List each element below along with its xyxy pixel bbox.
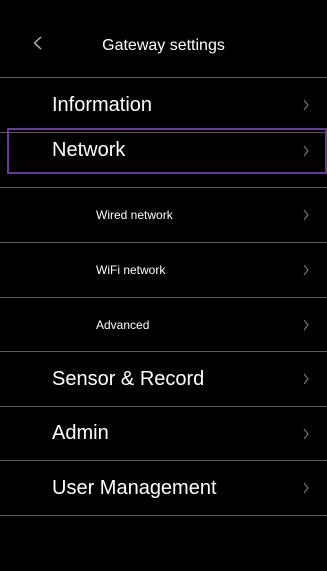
chevron-right-icon <box>303 482 309 494</box>
chevron-right-icon <box>303 209 309 221</box>
chevron-right-icon <box>303 145 309 156</box>
menu-item-wifi-network[interactable]: WiFi network <box>0 243 327 298</box>
menu-item-wired-network[interactable]: Wired network <box>0 188 327 243</box>
menu-item-label: WiFi network <box>96 263 166 277</box>
menu-item-label: Admin <box>52 422 109 444</box>
menu-item-label: Sensor & Record <box>52 367 205 390</box>
menu-item-user-management[interactable]: User Management <box>0 461 327 516</box>
menu-item-sensor-record[interactable]: Sensor & Record <box>0 352 327 407</box>
page-title: Gateway settings <box>102 37 225 54</box>
menu-item-label: Wired network <box>96 208 173 222</box>
chevron-right-icon <box>303 264 309 276</box>
menu-item-label: Advanced <box>96 317 150 332</box>
menu-item-information[interactable]: Information <box>0 78 327 133</box>
menu-item-admin[interactable]: Admin <box>0 407 327 461</box>
divider <box>0 174 327 188</box>
chevron-right-icon <box>303 428 309 439</box>
menu-item-label: Information <box>52 93 153 116</box>
chevron-right-icon <box>303 319 309 330</box>
chevron-right-icon <box>303 373 309 385</box>
chevron-right-icon <box>303 99 309 111</box>
menu-item-label: User Management <box>52 476 217 499</box>
menu-item-network[interactable]: Network <box>7 128 327 174</box>
header-bar: Gateway settings <box>0 0 327 78</box>
menu-item-label: Network <box>52 139 126 161</box>
menu-item-advanced[interactable]: Advanced <box>0 298 327 352</box>
